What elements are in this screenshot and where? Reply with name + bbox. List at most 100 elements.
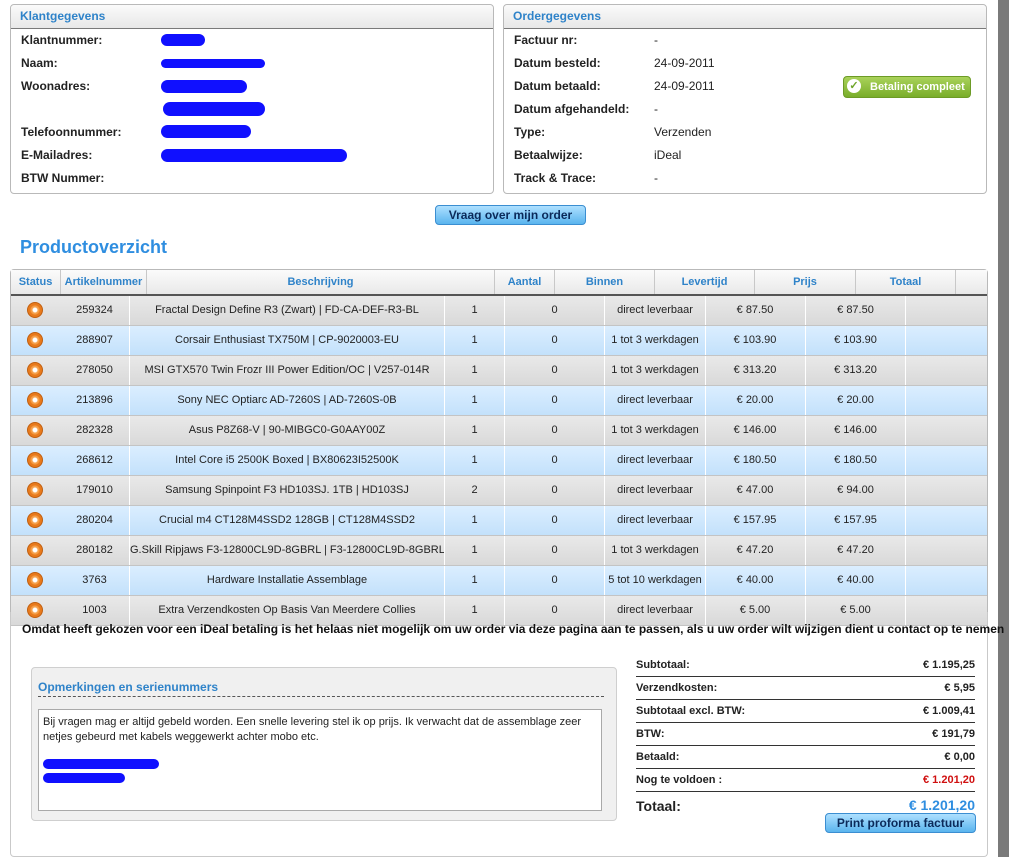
payment-complete-badge: ✓ Betaling compleet [843,76,971,98]
paid-date-value: 24-09-2011 [654,79,715,93]
redacted-customer-number [161,34,205,46]
ideal-notice: Omdat heeft gekozen voor een iDeal betal… [22,622,1005,636]
paid-date-label: Datum betaald: [514,79,601,93]
table-row: 3763 Hardware Installatie Assemblage 1 0 5 t… [11,566,987,596]
table-row: 213896 Sony NEC Optiarc AD-7260S | AD-726… [11,386,987,416]
cell-description: Intel Core i5 2500K Boxed | BX80623I5250… [130,446,445,475]
track-trace-label: Track & Trace: [514,171,597,185]
subtotal-excl-vat-row: Subtotaal excl. BTW: € 1.009,41 [636,700,975,723]
col-delivery: Levertijd [655,270,755,294]
cell-delivery-time: 1 tot 3 werkdagen [605,416,706,445]
grand-total-value: € 1.201,20 [908,797,975,813]
cell-delivery-time: 1 tot 3 werkdagen [605,326,706,355]
cell-in-stock: 0 [505,476,605,505]
shipping-row: Verzendkosten: € 5,95 [636,677,975,700]
order-date-label: Datum besteld: [514,56,601,70]
cell-description: Sony NEC Optiarc AD-7260S | AD-7260S-0B [130,386,445,415]
cell-article-number: 268612 [60,446,130,475]
cell-total: € 146.00 [806,416,906,445]
cell-delivery-time: 1 tot 3 werkdagen [605,356,706,385]
status-icon [27,332,43,348]
redacted-customer-address [161,80,247,93]
col-quantity: Aantal [495,270,555,294]
cell-price: € 47.00 [705,476,806,505]
cell-in-stock: 0 [505,536,605,565]
cell-in-stock: 0 [505,356,605,385]
print-proforma-button[interactable]: Print proforma factuur [825,813,976,833]
checkmark-icon: ✓ [847,79,861,93]
cell-article-number: 280182 [60,536,130,565]
cell-price: € 103.90 [705,326,806,355]
cell-article-number: 280204 [60,506,130,535]
remarks-panel: Opmerkingen en serienummers Bij vragen m… [31,667,617,821]
paid-row: Betaald: € 0,00 [636,746,975,769]
cell-article-number: 3763 [60,566,130,595]
products-title: Productoverzicht [20,237,168,257]
cell-description: Asus P8Z68-V | 90-MIBGC0-G0AAY00Z [130,416,445,445]
subtotal-row: Subtotaal: € 1.195,25 [636,654,975,677]
invoice-number-label: Factuur nr: [514,33,578,47]
cell-price: € 20.00 [705,386,806,415]
redacted-remarks-line-1 [43,759,159,769]
table-row: 259324 Fractal Design Define R3 (Zwart) |… [11,296,987,326]
scrollbar[interactable] [998,0,1009,857]
cell-total: € 180.50 [806,446,906,475]
table-row: 280204 Crucial m4 CT128M4SSD2 128GB | CT1… [11,506,987,536]
cell-quantity: 1 [445,506,505,535]
table-row: 278050 MSI GTX570 Twin Frozr III Power Ed… [11,356,987,386]
paid-label: Betaald: [636,751,680,763]
redacted-remarks-line-2 [43,773,125,783]
cell-total: € 20.00 [806,386,906,415]
outstanding-label: Nog te voldoen : [636,774,723,786]
products-table: Status Artikelnummer Beschrijving Aantal… [10,269,988,626]
cell-description: Fractal Design Define R3 (Zwart) | FD-CA… [130,296,445,325]
order-panel-title: Ordergegevens [504,5,986,29]
redacted-customer-address-2 [163,102,265,116]
cell-delivery-time: 1 tot 3 werkdagen [605,536,706,565]
cell-price: € 40.00 [705,566,806,595]
subtotal-label: Subtotaal: [636,659,690,671]
cell-quantity: 2 [445,476,505,505]
payment-method-value: iDeal [654,148,682,162]
table-row: 179010 Samsung Spinpoint F3 HD103SJ. 1TB … [11,476,987,506]
cell-article-number: 213896 [60,386,130,415]
cell-delivery-time: direct leverbaar [605,476,706,505]
cell-quantity: 1 [445,386,505,415]
customer-phone-label: Telefoonnummer: [21,125,122,139]
vat-value: € 191,79 [932,728,975,740]
customer-panel-title: Klantgegevens [11,5,493,29]
shipping-value: € 5,95 [944,682,975,694]
cell-article-number: 288907 [60,326,130,355]
totals-block: Subtotaal: € 1.195,25 Verzendkosten: € 5,9… [636,654,975,818]
cell-description: Hardware Installatie Assemblage [130,566,445,595]
cell-description: Samsung Spinpoint F3 HD103SJ. 1TB | HD10… [130,476,445,505]
cell-price: € 47.20 [705,536,806,565]
cell-in-stock: 0 [505,566,605,595]
redacted-customer-name [161,59,265,68]
cell-delivery-time: direct leverbaar [605,506,706,535]
cell-total: € 40.00 [806,566,906,595]
paid-value: € 0,00 [944,751,975,763]
cell-in-stock: 0 [505,416,605,445]
order-date-value: 24-09-2011 [654,56,715,70]
table-row: 268612 Intel Core i5 2500K Boxed | BX8062… [11,446,987,476]
cell-quantity: 1 [445,446,505,475]
status-icon [27,362,43,378]
status-icon [27,542,43,558]
cell-total: € 313.20 [806,356,906,385]
ask-about-order-button[interactable]: Vraag over mijn order [435,205,586,225]
cell-article-number: 259324 [60,296,130,325]
table-row: 288907 Corsair Enthusiast TX750M | CP-902… [11,326,987,356]
cell-total: € 87.50 [806,296,906,325]
col-description: Beschrijving [147,270,495,294]
remarks-textbox[interactable]: Bij vragen mag er altijd gebeld worden. … [38,709,602,811]
table-row: 280182 G.Skill Ripjaws F3-12800CL9D-8GBRL… [11,536,987,566]
cell-quantity: 1 [445,296,505,325]
cell-in-stock: 0 [505,386,605,415]
shipping-label: Verzendkosten: [636,682,718,694]
status-icon [27,452,43,468]
grand-total-label: Totaal: [636,798,681,814]
cell-quantity: 1 [445,326,505,355]
col-in-stock: Binnen [555,270,655,294]
cell-article-number: 278050 [60,356,130,385]
